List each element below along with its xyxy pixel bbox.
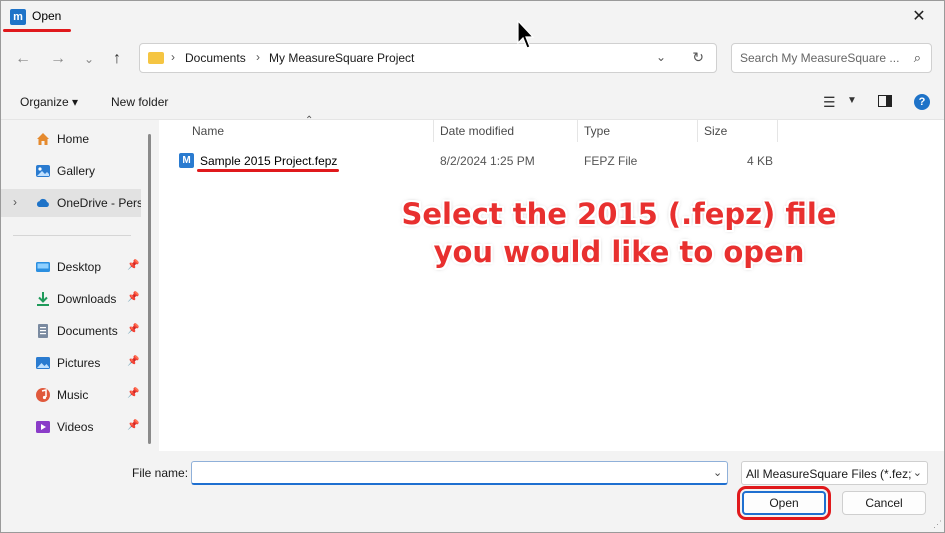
sidebar-item-label: OneDrive - Personal <box>57 196 141 210</box>
download-icon <box>37 292 49 306</box>
measuresquare-file-icon: M <box>179 153 194 168</box>
file-name-input[interactable] <box>191 461 728 485</box>
preview-pane-icon[interactable] <box>878 95 892 107</box>
sidebar-scrollbar[interactable] <box>148 134 151 444</box>
sidebar-item-desktop[interactable]: Desktop 📌 <box>1 253 141 281</box>
open-file-dialog: m Open ✕ ← → ⌄ ↑ › Documents › My Measur… <box>0 0 945 533</box>
sidebar-divider <box>13 235 131 236</box>
pin-icon: 📌 <box>127 388 140 399</box>
address-bar[interactable]: › Documents › My MeasureSquare Project ⌄… <box>139 43 717 73</box>
column-header-size[interactable]: Size <box>704 124 727 138</box>
videos-icon <box>36 421 50 433</box>
music-icon <box>36 388 50 402</box>
sidebar-item-documents[interactable]: Documents 📌 <box>1 317 141 345</box>
desktop-icon <box>36 262 50 272</box>
dialog-footer: File name: ⌄ All MeasureSquare Files (*.… <box>1 451 944 532</box>
callout-line-1: Select the 2015 (.fepz) file <box>401 197 837 231</box>
pin-icon: 📌 <box>127 324 140 335</box>
refresh-icon[interactable]: ↻ <box>692 49 704 66</box>
breadcrumb-documents[interactable]: Documents <box>185 51 246 65</box>
search-icon: ⌕ <box>913 50 921 65</box>
file-name: Sample 2015 Project.fepz <box>200 154 338 168</box>
file-date-modified: 8/2/2024 1:25 PM <box>440 154 535 168</box>
column-divider[interactable] <box>433 120 434 142</box>
sidebar-item-downloads[interactable]: Downloads 📌 <box>1 285 141 313</box>
search-placeholder: Search My MeasureSquare ... <box>740 51 900 65</box>
gallery-icon <box>36 165 50 177</box>
file-annotation-underline <box>197 169 339 172</box>
command-toolbar: Organize ▾ New folder ☰ ▼ ? <box>1 85 944 120</box>
pin-icon: 📌 <box>127 420 140 431</box>
mouse-cursor-icon <box>517 20 535 49</box>
file-size: 4 KB <box>747 154 774 168</box>
column-divider[interactable] <box>777 120 778 142</box>
measuresquare-app-icon: m <box>10 9 26 25</box>
new-folder-button[interactable]: New folder <box>111 95 168 109</box>
pin-icon: 📌 <box>127 292 140 303</box>
callout-line-2: you would like to open <box>433 235 805 269</box>
address-dropdown-icon[interactable]: ⌄ <box>656 50 666 64</box>
pin-icon: 📌 <box>127 356 140 367</box>
cancel-button[interactable]: Cancel <box>842 491 926 515</box>
sidebar-item-music[interactable]: Music 📌 <box>1 381 141 409</box>
column-header-type[interactable]: Type <box>584 124 610 138</box>
close-button[interactable]: ✕ <box>896 1 942 33</box>
title-bar: m Open ✕ <box>1 1 944 33</box>
file-list: ⌃ Name Date modified Type Size M Sample … <box>159 115 944 451</box>
chevron-down-icon: ⌄ <box>912 467 922 479</box>
cloud-icon <box>36 198 49 207</box>
chevron-down-icon[interactable]: ⌄ <box>713 466 722 479</box>
forward-button[interactable]: → <box>46 47 70 71</box>
sidebar-item-pictures[interactable]: Pictures 📌 <box>1 349 141 377</box>
window-title: Open <box>32 9 62 23</box>
column-divider[interactable] <box>577 120 578 142</box>
navigation-bar: ← → ⌄ ↑ › Documents › My MeasureSquare P… <box>1 33 944 85</box>
sidebar-item-label: Gallery <box>57 164 96 178</box>
documents-icon <box>38 324 48 338</box>
recent-locations-button[interactable]: ⌄ <box>77 47 101 71</box>
chevron-right-icon: › <box>256 50 260 64</box>
instruction-callout: Select the 2015 (.fepz) file you would l… <box>359 195 879 271</box>
sidebar-item-gallery[interactable]: Gallery <box>1 157 141 185</box>
sidebar-item-videos[interactable]: Videos 📌 <box>1 413 141 441</box>
file-type-filter-value: All MeasureSquare Files (*.fez;*. <box>746 467 912 481</box>
column-header-name[interactable]: Name <box>192 124 224 138</box>
folder-icon <box>148 52 164 64</box>
open-button[interactable]: Open <box>737 486 831 520</box>
back-button[interactable]: ← <box>11 47 35 71</box>
pin-icon: 📌 <box>127 260 140 271</box>
sidebar-item-home[interactable]: Home <box>1 125 141 153</box>
sidebar-item-label: Home <box>57 132 90 146</box>
navigation-pane: Home Gallery › OneDrive - Personal Deskt… <box>1 120 159 451</box>
file-name-label: File name: <box>132 466 189 480</box>
column-divider[interactable] <box>697 120 698 142</box>
pictures-icon <box>36 357 50 369</box>
file-type-filter-select[interactable]: All MeasureSquare Files (*.fez;*. ⌄ <box>741 461 928 485</box>
home-icon <box>37 133 49 145</box>
help-icon[interactable]: ? <box>914 94 930 110</box>
title-annotation-underline <box>3 29 71 32</box>
file-type: FEPZ File <box>584 154 638 168</box>
view-dropdown-icon[interactable]: ▼ <box>847 95 857 106</box>
sort-ascending-icon: ⌃ <box>305 115 314 126</box>
resize-grip-icon[interactable]: ⋰ <box>933 519 942 530</box>
column-header-date-modified[interactable]: Date modified <box>440 124 514 138</box>
organize-button[interactable]: Organize ▾ <box>20 95 78 109</box>
up-button[interactable]: ↑ <box>105 47 129 71</box>
sidebar-item-onedrive[interactable]: › OneDrive - Personal <box>1 189 141 217</box>
chevron-right-icon: › <box>171 50 175 64</box>
breadcrumb-current-folder[interactable]: My MeasureSquare Project <box>269 51 414 65</box>
search-box[interactable]: Search My MeasureSquare ... ⌕ <box>731 43 932 73</box>
view-options-icon[interactable]: ☰ <box>823 94 836 111</box>
chevron-right-icon[interactable]: › <box>13 195 17 209</box>
